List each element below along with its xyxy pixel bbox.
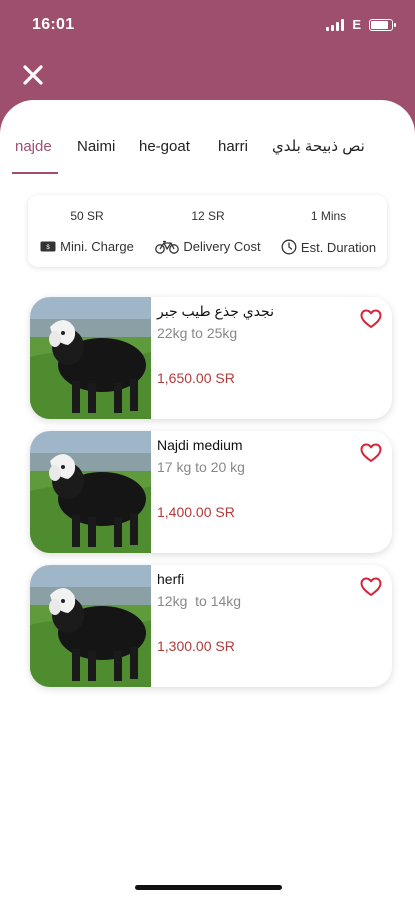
close-icon	[23, 65, 43, 85]
delivery-cost-label-row: Delivery Cost	[146, 239, 270, 254]
clock-icon	[281, 239, 297, 255]
product-price: 1,300.00 SR	[157, 638, 235, 654]
product-price: 1,650.00 SR	[157, 370, 235, 386]
product-sheet: najde Naimi he-goat harri نص ذبيحة بلدي …	[0, 100, 415, 900]
heart-outline-icon	[360, 309, 382, 328]
close-button[interactable]	[18, 60, 48, 90]
duration-label: Est. Duration	[300, 239, 377, 255]
duration-info: 1 Mins Est. Duration	[270, 195, 387, 267]
duration-label-row: Est. Duration	[270, 239, 387, 255]
delivery-info-card: 50 SR $ Mini. Charge 12 SR Delivery Cost	[28, 195, 387, 267]
status-indicators: E	[326, 17, 396, 32]
product-name: herfi	[157, 571, 185, 587]
money-icon: $	[40, 241, 56, 252]
heart-outline-icon	[360, 443, 382, 462]
delivery-cost-label: Delivery Cost	[183, 239, 261, 254]
duration-value: 1 Mins	[310, 209, 347, 223]
status-time: 16:01	[32, 16, 75, 33]
product-card[interactable]: herfi 12kg to 14kg 1,300.00 SR	[30, 565, 392, 687]
tab-he-goat[interactable]: he-goat	[139, 136, 190, 172]
tab-naimi[interactable]: Naimi	[77, 136, 115, 172]
min-charge-value: 50 SR	[70, 209, 104, 223]
signal-icon	[326, 18, 345, 31]
active-tab-indicator	[12, 172, 58, 174]
favorite-button[interactable]	[360, 309, 382, 329]
sheep-image	[30, 431, 151, 553]
min-charge-label: Mini. Charge	[60, 239, 134, 254]
product-card[interactable]: Najdi medium 17 kg to 20 kg 1,400.00 SR	[30, 431, 392, 553]
product-card[interactable]: نجدي جذع طيب جبر 22kg to 25kg 1,650.00 S…	[30, 297, 392, 419]
tab-half-carcass[interactable]: نص ذبيحة بلدي	[272, 136, 365, 172]
tab-najde[interactable]: najde	[15, 136, 52, 172]
home-indicator[interactable]	[135, 885, 282, 890]
network-type: E	[352, 17, 361, 32]
bicycle-icon	[155, 240, 180, 254]
status-bar: 16:01 E	[0, 0, 415, 52]
category-tabs: najde Naimi he-goat harri نص ذبيحة بلدي	[0, 136, 415, 176]
delivery-cost-value: 12 SR	[191, 209, 225, 223]
product-weight: 12kg to 14kg	[157, 593, 242, 609]
heart-outline-icon	[360, 577, 382, 596]
min-charge-label-row: $ Mini. Charge	[28, 239, 146, 254]
product-weight: 22kg to 25kg	[157, 325, 238, 341]
favorite-button[interactable]	[360, 443, 382, 463]
product-price: 1,400.00 SR	[157, 504, 235, 520]
delivery-cost-info: 12 SR Delivery Cost	[146, 195, 270, 267]
product-weight: 17 kg to 20 kg	[157, 459, 245, 475]
sheep-image	[30, 297, 151, 419]
product-name: نجدي جذع طيب جبر	[157, 303, 274, 319]
tab-harri[interactable]: harri	[218, 136, 248, 172]
product-name: Najdi medium	[157, 437, 243, 453]
sheep-image	[30, 565, 151, 687]
min-charge-info: 50 SR $ Mini. Charge	[28, 195, 146, 267]
battery-icon	[369, 18, 396, 31]
favorite-button[interactable]	[360, 577, 382, 597]
